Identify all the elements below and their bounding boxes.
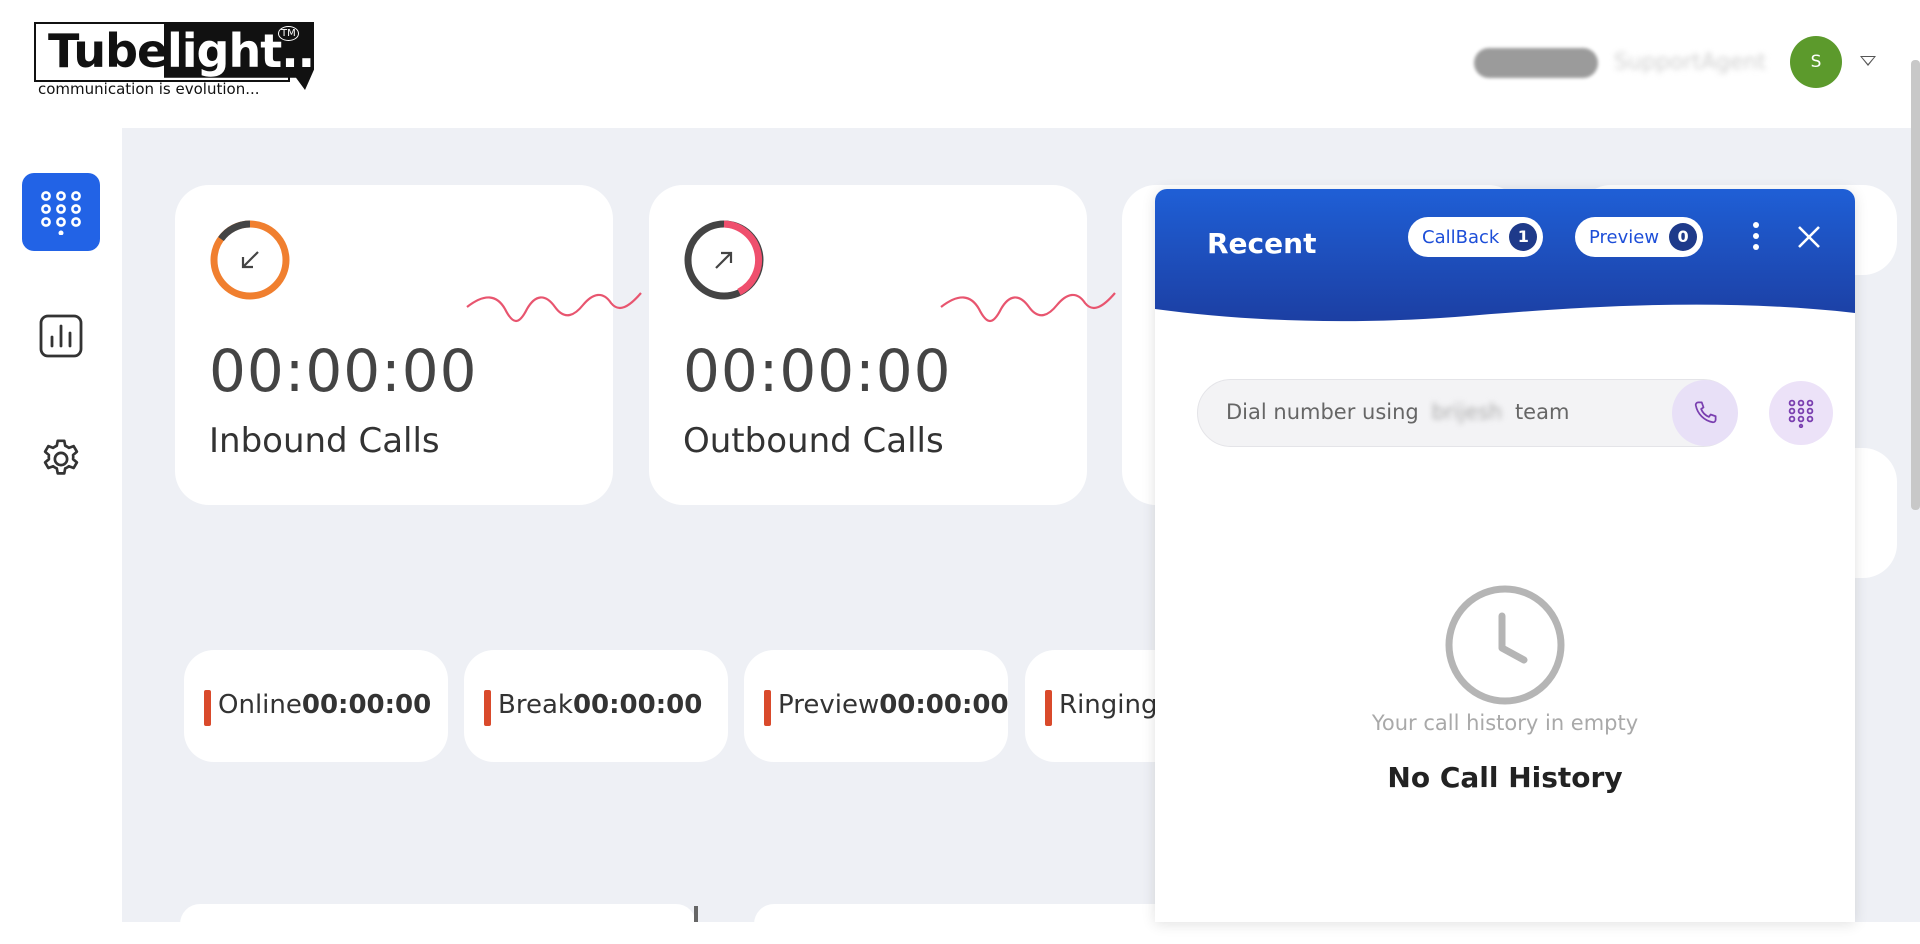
status-online-text: Online00:00:00	[218, 690, 432, 720]
phone-icon	[1694, 401, 1717, 424]
empty-history-subtitle: Your call history in empty	[1371, 711, 1639, 735]
panel-title: Recent	[1207, 227, 1317, 260]
divider	[694, 906, 698, 922]
logo-text-light: light...	[167, 24, 332, 78]
callback-chip[interactable]: CallBack 1	[1408, 217, 1544, 257]
agent-role-blurred: SupportAgent	[1614, 50, 1767, 75]
chevron-down-icon[interactable]	[1860, 56, 1876, 66]
status-indicator-bar	[764, 690, 771, 726]
preview-chip[interactable]: Preview 0	[1575, 217, 1704, 257]
call-button[interactable]	[1672, 380, 1738, 446]
user-avatar[interactable]: S	[1790, 36, 1842, 88]
tubelight-logo[interactable]: Tube light... TM communication is evolut…	[34, 22, 332, 102]
status-ringing-text: Ringing	[1059, 690, 1158, 720]
status-pill-online: Online00:00:00	[184, 650, 448, 762]
status-pill-preview: Preview00:00:00	[744, 650, 1009, 762]
agent-status-blurred[interactable]	[1474, 48, 1598, 78]
more-options-icon[interactable]	[1749, 219, 1763, 255]
page-scrollbar[interactable]	[1911, 60, 1920, 510]
status-indicator-bar	[1045, 690, 1052, 726]
logo-text-tube: Tube	[48, 24, 168, 78]
bar-chart-icon	[39, 314, 83, 358]
inbound-wave-graphic	[466, 292, 642, 323]
callback-label: CallBack	[1422, 226, 1500, 248]
inbound-calls-card: 00:00:00 Inbound Calls	[175, 185, 642, 505]
dial-number-input[interactable]: Dial number using brijesh team	[1197, 379, 1738, 447]
logo-trademark: TM	[278, 26, 299, 41]
preview-label: Preview	[1589, 226, 1660, 248]
empty-history-title: No Call History	[1387, 761, 1623, 794]
outbound-wave-graphic	[940, 292, 1116, 323]
status-preview-text: Preview00:00:00	[778, 690, 1009, 720]
status-indicator-bar	[484, 690, 491, 726]
clock-icon	[1445, 585, 1565, 705]
status-break-text: Break00:00:00	[498, 690, 703, 720]
preview-count-badge: 0	[1669, 223, 1698, 251]
status-pill-break: Break00:00:00	[464, 650, 728, 762]
sidebar-item-reports[interactable]	[22, 297, 100, 375]
bottom-card-middle	[754, 904, 1174, 944]
logo-tagline: communication is evolution...	[38, 80, 260, 98]
dial-placeholder: Dial number using brijesh team	[1226, 400, 1570, 424]
outbound-calls-card: 00:00:00 Outbound Calls	[649, 185, 1116, 505]
gear-icon	[43, 439, 79, 475]
callback-count-badge: 1	[1509, 223, 1538, 251]
close-icon[interactable]	[1795, 223, 1823, 251]
outbound-calls-label: Outbound Calls	[683, 421, 944, 461]
bottom-card-left	[180, 904, 696, 944]
dialpad-icon	[41, 191, 81, 235]
status-indicator-bar	[204, 690, 211, 726]
inbound-calls-label: Inbound Calls	[209, 421, 440, 461]
inbound-ring-icon	[210, 220, 290, 300]
sidebar	[0, 128, 122, 922]
dialpad-icon	[1788, 399, 1814, 428]
outbound-calls-time: 00:00:00	[683, 337, 952, 405]
outbound-ring-icon	[684, 220, 764, 300]
inbound-calls-time: 00:00:00	[209, 337, 478, 405]
top-header: Tube light... TM communication is evolut…	[0, 0, 1920, 128]
sidebar-item-settings[interactable]	[22, 420, 100, 498]
sidebar-item-dialer[interactable]	[22, 173, 100, 251]
recent-calls-panel: Recent CallBack 1 Preview 0 Dial number …	[1155, 189, 1855, 922]
keypad-button[interactable]	[1769, 381, 1833, 445]
